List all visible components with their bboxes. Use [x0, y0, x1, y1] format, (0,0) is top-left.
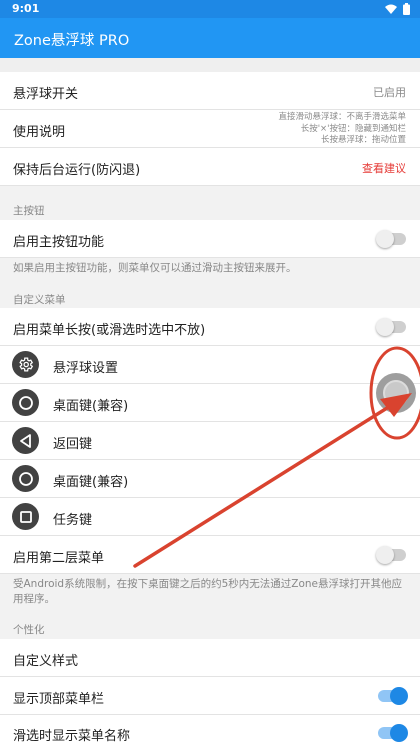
instructions-help: 直接滑动悬浮球：不离手滑选菜单 长按'×'按钮：隐藏到通知栏 长按悬浮球：拖动位…: [278, 112, 406, 147]
custom-menu-note: 受Android系统限制，在按下桌面键之后的约5秒内无法通过Zone悬浮球打开其…: [13, 578, 403, 605]
menu-item-label: 任务键: [53, 513, 93, 528]
switch-knob: [390, 724, 408, 742]
switch-knob: [376, 230, 394, 248]
section-personalize: 个性化: [13, 624, 45, 636]
switch-knob: [376, 546, 394, 564]
status-icons: [385, 3, 410, 15]
menu-item-home-compat-2[interactable]: 桌面键(兼容): [0, 460, 420, 498]
triangle-back-icon: [12, 427, 39, 454]
instructions-row[interactable]: 使用说明 直接滑动悬浮球：不离手滑选菜单 长按'×'按钮：隐藏到通知栏 长按悬浮…: [0, 110, 420, 148]
menu-long-press-switch[interactable]: [376, 318, 406, 336]
circle-home-icon: [12, 389, 39, 416]
floating-ball-inner: [383, 380, 409, 406]
custom-style-label: 自定义样式: [13, 654, 79, 669]
switch-knob: [390, 687, 408, 705]
section-custom-menu: 自定义菜单: [13, 294, 66, 306]
app-bar: Zone悬浮球 PRO: [0, 18, 420, 58]
menu-item-recents[interactable]: 任务键: [0, 498, 420, 536]
app-title: Zone悬浮球 PRO: [14, 33, 130, 49]
float-toggle-label: 悬浮球开关: [13, 87, 79, 102]
show-top-bar-label: 显示顶部菜单栏: [13, 692, 105, 707]
menu-long-press-row[interactable]: 启用菜单长按(或滑选时选中不放): [0, 308, 420, 346]
status-time: 9:01: [12, 2, 40, 15]
menu-long-press-label: 启用菜单长按(或滑选时选中不放): [13, 323, 206, 338]
menu-item-label: 桌面键(兼容): [53, 399, 129, 414]
gear-icon: [12, 351, 39, 378]
enable-main-button-row[interactable]: 启用主按钮功能: [0, 220, 420, 258]
float-toggle-row[interactable]: 悬浮球开关 已启用: [0, 72, 420, 110]
main-button-note: 如果启用主按钮功能，则菜单仅可以通过滑动主按钮来展开。: [13, 262, 297, 274]
menu-item-label: 桌面键(兼容): [53, 475, 129, 490]
menu-item-label: 返回键: [53, 437, 93, 452]
switch-knob: [376, 318, 394, 336]
enable-main-button-label: 启用主按钮功能: [13, 235, 105, 250]
show-top-bar-switch[interactable]: [378, 687, 408, 705]
battery-icon: [403, 3, 410, 15]
second-layer-row[interactable]: 启用第二层菜单: [0, 536, 420, 574]
circle-home-icon: [12, 465, 39, 492]
custom-style-row[interactable]: 自定义样式: [0, 639, 420, 677]
help-line: 长按悬浮球：拖动位置: [320, 135, 406, 145]
float-toggle-status: 已启用: [373, 86, 406, 99]
help-line: 直接滑动悬浮球：不离手滑选菜单: [278, 112, 406, 122]
keep-alive-row[interactable]: 保持后台运行(防闪退) 查看建议: [0, 148, 420, 186]
status-bar: 9:01: [0, 0, 420, 18]
help-line: 长按'×'按钮：隐藏到通知栏: [300, 123, 406, 134]
second-layer-switch[interactable]: [376, 546, 406, 564]
show-top-bar-row[interactable]: 显示顶部菜单栏: [0, 677, 420, 715]
show-names-switch[interactable]: [378, 724, 408, 742]
keep-alive-label: 保持后台运行(防闪退): [13, 163, 141, 178]
menu-item-float-settings[interactable]: 悬浮球设置: [0, 346, 420, 384]
section-main-button: 主按钮: [13, 205, 45, 217]
menu-item-back[interactable]: 返回键: [0, 422, 420, 460]
enable-main-button-switch[interactable]: [376, 230, 406, 248]
show-names-label: 滑选时显示菜单名称: [13, 729, 131, 744]
wifi-icon: [385, 4, 397, 14]
menu-item-home-compat[interactable]: 桌面键(兼容): [0, 384, 420, 422]
show-names-row[interactable]: 滑选时显示菜单名称: [0, 715, 420, 748]
view-suggestions-link[interactable]: 查看建议: [362, 160, 406, 176]
menu-item-label: 悬浮球设置: [53, 361, 119, 376]
square-recents-icon: [12, 503, 39, 530]
floating-ball-button[interactable]: [376, 373, 416, 413]
instructions-label: 使用说明: [13, 125, 66, 140]
spacer: [0, 58, 420, 72]
second-layer-label: 启用第二层菜单: [13, 551, 105, 566]
